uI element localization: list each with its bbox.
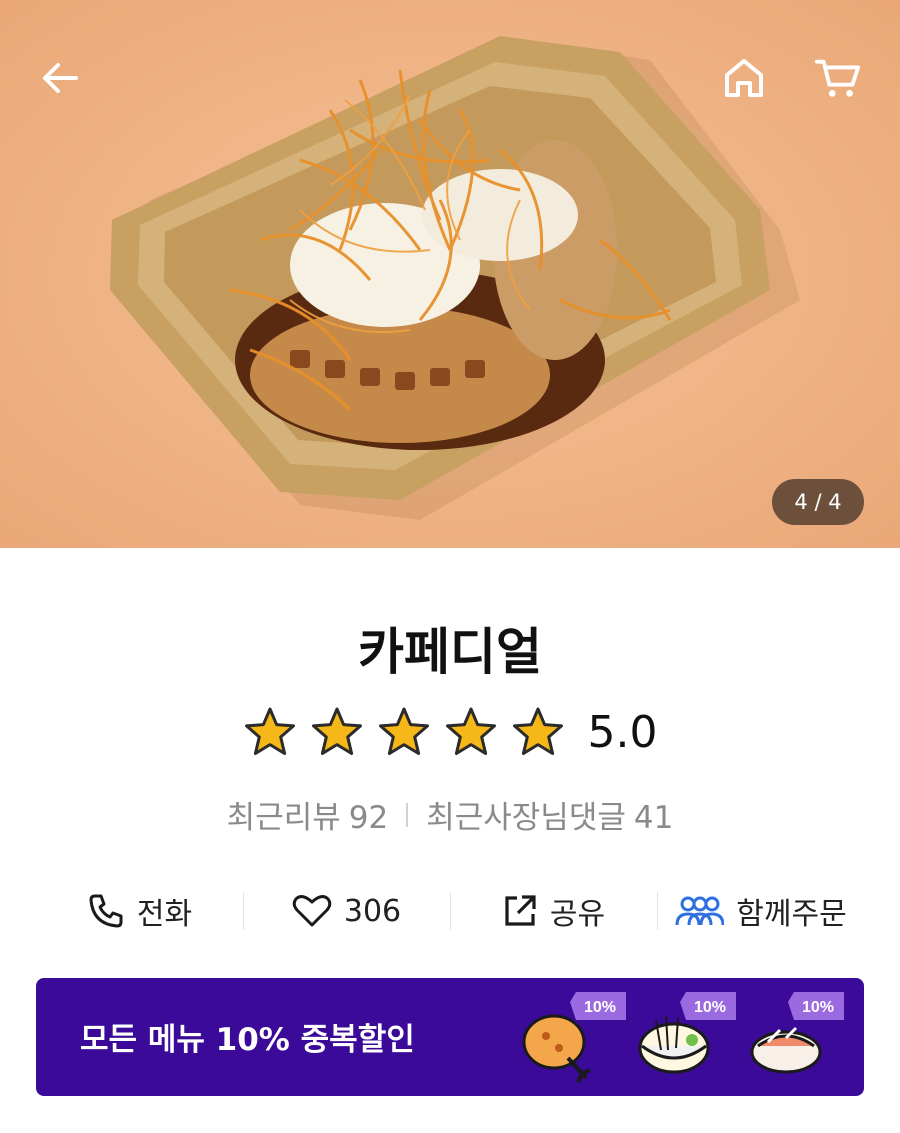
share-icon — [505, 895, 536, 926]
sushi-sticker — [750, 1026, 822, 1074]
recent-reviews-count: 92 — [348, 800, 389, 836]
star-icon — [378, 707, 429, 755]
recent-reviews-label: 최근리뷰 — [226, 800, 341, 836]
badge-1: 10% — [584, 999, 616, 1016]
cart-icon — [814, 59, 861, 97]
badge-3: 10% — [802, 999, 834, 1016]
star-icon — [445, 707, 496, 755]
cart-button[interactable] — [814, 54, 862, 102]
share-label: 공유 — [549, 897, 606, 932]
call-label: 전화 — [136, 897, 193, 932]
star-icon — [512, 707, 563, 755]
review-counts: 최근리뷰 92 최근사장님댓글 41 — [0, 792, 900, 837]
divider — [406, 802, 409, 827]
group-order-label: 함께주문 — [736, 897, 847, 932]
call-button[interactable]: 전화 — [36, 880, 243, 942]
like-button[interactable]: 306 — [243, 880, 450, 942]
star-icon — [244, 707, 295, 755]
back-button[interactable] — [36, 54, 84, 102]
action-bar: 전화 306 공유 함께주문 — [36, 880, 864, 942]
recent-reviews-link[interactable]: 최근리뷰 92 — [227, 792, 389, 837]
banner-text: 모든 메뉴 10% 중복할인 — [80, 1022, 415, 1058]
home-icon — [725, 59, 763, 97]
owner-replies-count: 41 — [633, 800, 674, 836]
store-name: 카페디얼 — [358, 623, 542, 681]
phone-icon — [89, 894, 123, 928]
home-button[interactable] — [720, 54, 768, 102]
rating-value: 5.0 — [587, 706, 658, 758]
rating-row: 5.0 — [0, 705, 900, 759]
arrow-left-icon — [43, 63, 78, 93]
owner-replies-link[interactable]: 최근사장님댓글 41 — [426, 792, 673, 837]
share-button[interactable]: 공유 — [450, 880, 657, 942]
heart-icon — [292, 895, 332, 927]
owner-replies-label: 최근사장님댓글 — [426, 800, 626, 836]
star-icon — [311, 707, 362, 755]
chicken-sticker — [522, 1014, 591, 1083]
image-counter: 4 / 4 — [772, 479, 864, 525]
noodle-sticker — [638, 1015, 710, 1074]
hero-image[interactable]: 4 / 4 — [0, 0, 900, 548]
group-icon — [675, 896, 725, 926]
discount-banner[interactable]: 모든 메뉴 10% 중복할인 10% 10% 10% — [36, 978, 864, 1096]
badge-2: 10% — [694, 999, 726, 1016]
food-stickers: 10% 10% 10% — [522, 992, 844, 1083]
group-order-button[interactable]: 함께주문 — [657, 880, 864, 942]
like-count: 306 — [343, 893, 402, 929]
